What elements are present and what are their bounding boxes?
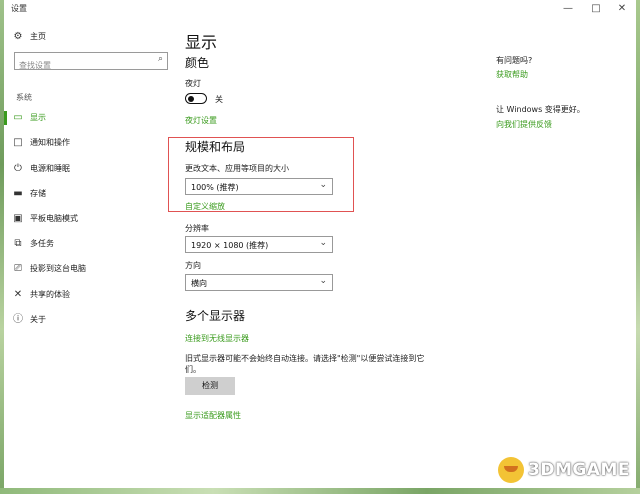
sidebar-item-label: 平板电脑模式 bbox=[30, 214, 78, 223]
sidebar-item-label: 关于 bbox=[30, 315, 46, 324]
orientation-label: 方向 bbox=[185, 261, 201, 270]
sidebar-item-power[interactable]: ⏻ 电源和睡眠 bbox=[4, 163, 174, 185]
feedback-link[interactable]: 向我们提供反馈 bbox=[496, 119, 552, 130]
main-content-scale: 规模和布局 更改文本、应用等项目的大小 100% (推荐) ⌄ 自定义缩放 分辨… bbox=[174, 17, 474, 488]
sidebar-item-multitask[interactable]: ⧉ 多任务 bbox=[4, 238, 174, 260]
search-box[interactable]: ⌕ bbox=[14, 52, 168, 73]
size-dropdown[interactable]: 100% (推荐) ⌄ bbox=[185, 178, 333, 195]
monitor-icon: ▭ bbox=[13, 112, 23, 123]
resolution-dropdown-value: 1920 × 1080 (推荐) bbox=[191, 241, 269, 250]
gear-icon: ⚙ bbox=[13, 31, 23, 42]
power-icon: ⏻ bbox=[14, 163, 22, 174]
sidebar-item-label: 显示 bbox=[30, 113, 46, 122]
wireless-display-link[interactable]: 连接到无线显示器 bbox=[185, 333, 249, 344]
chevron-down-icon: ⌄ bbox=[319, 238, 327, 248]
search-icon[interactable]: ⌕ bbox=[158, 54, 163, 64]
sidebar-item-label: 通知和操作 bbox=[30, 138, 70, 147]
active-indicator bbox=[4, 111, 7, 125]
display-adapter-link[interactable]: 显示适配器属性 bbox=[185, 410, 241, 421]
sidebar-item-about[interactable]: ⓘ 关于 bbox=[4, 314, 174, 336]
search-input[interactable] bbox=[15, 58, 149, 73]
resolution-dropdown[interactable]: 1920 × 1080 (推荐) ⌄ bbox=[185, 236, 333, 253]
custom-scaling-link[interactable]: 自定义缩放 bbox=[185, 201, 225, 212]
info-icon: ⓘ bbox=[13, 314, 23, 325]
sidebar-item-tablet[interactable]: ▣ 平板电脑模式 bbox=[4, 213, 174, 235]
title-bar: 设置 — □ ✕ bbox=[4, 0, 636, 17]
size-dropdown-value: 100% (推荐) bbox=[191, 183, 239, 192]
tablet-icon: ▣ bbox=[13, 213, 23, 224]
section-heading-multi-display: 多个显示器 bbox=[185, 309, 246, 323]
get-help-link[interactable]: 获取帮助 bbox=[496, 69, 528, 80]
desktop-edge-right bbox=[636, 0, 640, 494]
watermark-text: 3DMGAME bbox=[528, 460, 630, 480]
sidebar-item-display[interactable]: ▭ 显示 bbox=[4, 111, 174, 134]
sidebar-item-label: 存储 bbox=[30, 189, 46, 198]
sidebar-home[interactable]: ⚙ 主页 bbox=[4, 31, 174, 53]
sidebar-item-label: 共享的体验 bbox=[30, 290, 70, 299]
chevron-down-icon: ⌄ bbox=[319, 276, 327, 286]
sidebar-home-label: 主页 bbox=[30, 32, 46, 41]
window-title: 设置 bbox=[11, 4, 27, 13]
close-button[interactable]: ✕ bbox=[611, 1, 633, 16]
storage-icon: ▬ bbox=[13, 188, 23, 199]
multi-display-desc-line1: 旧式显示器可能不会始终自动连接。请选择"检测"以便尝试连接到它 bbox=[185, 354, 425, 363]
chevron-down-icon: ⌄ bbox=[319, 180, 327, 190]
multi-display-desc-line2: 们。 bbox=[185, 365, 201, 374]
right-pane: 有问题吗? 获取帮助 让 Windows 变得更好。 向我们提供反馈 bbox=[496, 17, 636, 217]
desktop-edge-bottom bbox=[0, 488, 640, 494]
section-heading-scale: 规模和布局 bbox=[185, 140, 246, 154]
section-heading-system: 系统 bbox=[16, 93, 32, 102]
sidebar-item-notifications[interactable]: □ 通知和操作 bbox=[4, 137, 174, 159]
project-icon: ⎚ bbox=[14, 263, 22, 274]
sidebar-item-label: 电源和睡眠 bbox=[30, 164, 70, 173]
improve-text: 让 Windows 变得更好。 bbox=[496, 105, 585, 114]
size-label: 更改文本、应用等项目的大小 bbox=[185, 164, 289, 173]
sidebar-item-share[interactable]: ✕ 共享的体验 bbox=[4, 289, 174, 311]
maximize-button[interactable]: □ bbox=[585, 1, 607, 16]
minimize-button[interactable]: — bbox=[557, 1, 579, 16]
detect-button[interactable]: 检测 bbox=[185, 377, 235, 395]
orientation-dropdown-value: 横向 bbox=[191, 279, 207, 288]
sidebar: ⚙ 主页 ⌕ 系统 ▭ 显示 □ 通知和操作 ⏻ 电源和睡眠 ▬ 存储 ▣ 平板… bbox=[4, 17, 174, 488]
resolution-label: 分辨率 bbox=[185, 224, 209, 233]
chat-icon: □ bbox=[13, 137, 23, 148]
question-text: 有问题吗? bbox=[496, 56, 533, 65]
watermark: 3DMGAME bbox=[498, 456, 630, 484]
sidebar-item-storage[interactable]: ▬ 存储 bbox=[4, 188, 174, 210]
orientation-dropdown[interactable]: 横向 ⌄ bbox=[185, 274, 333, 291]
multitask-icon: ⧉ bbox=[14, 238, 22, 249]
sidebar-item-label: 投影到这台电脑 bbox=[30, 264, 86, 273]
sidebar-item-label: 多任务 bbox=[30, 239, 54, 248]
watermark-logo-icon bbox=[498, 457, 524, 483]
share-icon: ✕ bbox=[13, 289, 23, 300]
sidebar-item-project[interactable]: ⎚ 投影到这台电脑 bbox=[4, 263, 174, 285]
